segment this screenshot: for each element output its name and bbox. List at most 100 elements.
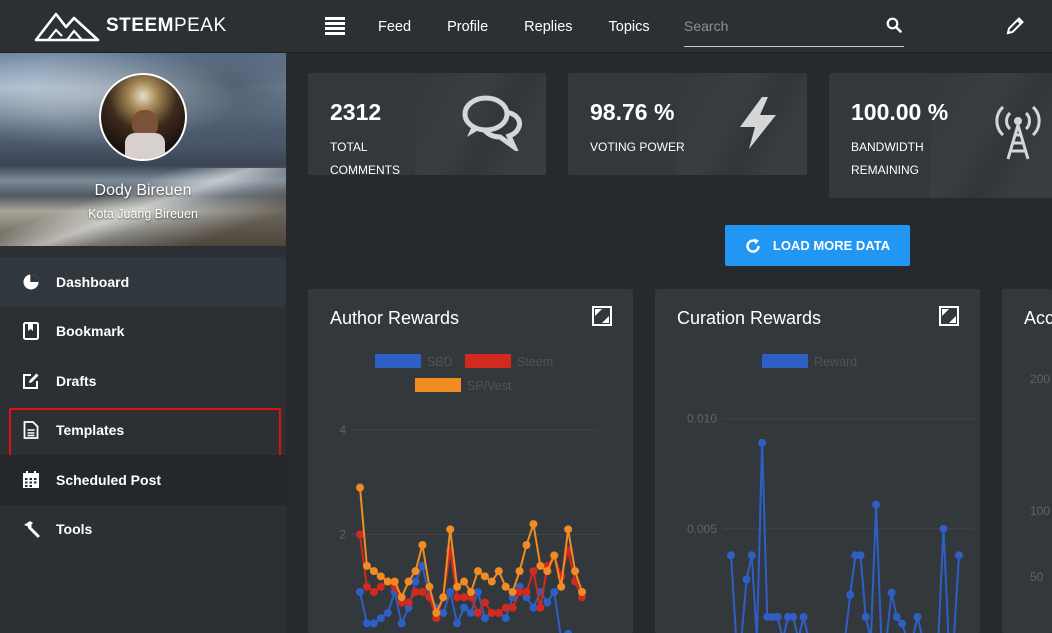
sidebar-item-label: Bookmark [56, 323, 125, 340]
data-point [460, 603, 469, 612]
stat-value: 100.00 % [851, 99, 949, 125]
data-point [747, 551, 756, 560]
load-more-data-button[interactable]: LOAD MORE DATA [725, 225, 910, 266]
sidebar-item-label: Drafts [56, 372, 97, 389]
data-point [376, 582, 385, 591]
curation-rewards-card: Curation Rewards 0.010 0.005 Reward [655, 289, 980, 633]
sidebar-item-scheduled-post[interactable]: Scheduled Post [0, 455, 286, 505]
steempeak-logo[interactable]: STEEMPEAK [34, 10, 227, 42]
data-point [418, 588, 427, 596]
sidebar-item-label: Scheduled Post [56, 471, 162, 488]
load-more-label: LOAD MORE DATA [772, 238, 891, 253]
data-point [356, 483, 364, 492]
sidebar-item-tools[interactable]: Tools [0, 505, 286, 555]
data-point [898, 619, 906, 628]
data-point [758, 438, 767, 447]
author-rewards-chart: 4 2 SBD Steem SP/Vest [339, 354, 598, 633]
nav-replies[interactable]: Replies [506, 19, 590, 35]
data-point [522, 541, 531, 549]
stat-card-bandwidth: 100.00 % BANDWIDTH REMAINING [829, 73, 1052, 198]
legend-label: SP/Vest [467, 379, 512, 393]
legend-swatch [375, 354, 421, 368]
data-point [480, 572, 489, 581]
data-point [939, 524, 948, 533]
data-point [376, 614, 385, 623]
lightning-icon [740, 97, 776, 149]
sidebar-item-templates[interactable]: Templates [0, 406, 286, 457]
sidebar-item-drafts[interactable]: Drafts [0, 356, 286, 406]
data-point [404, 577, 413, 586]
data-point [515, 588, 524, 596]
legend-swatch [415, 378, 461, 392]
data-point [439, 593, 448, 602]
calendar-icon [22, 470, 40, 489]
data-point [550, 588, 559, 596]
sidebar-item-bookmark[interactable]: Bookmark [0, 307, 286, 357]
data-point [453, 593, 462, 602]
data-point [773, 612, 782, 621]
data-point [411, 567, 420, 576]
sidebar-item-dashboard[interactable]: Dashboard [0, 257, 286, 307]
data-point [439, 608, 448, 617]
stat-value: 2312 [330, 99, 382, 125]
data-point [369, 567, 378, 576]
y-tick-label: 0.010 [687, 412, 717, 426]
data-point [446, 588, 455, 596]
data-point [467, 608, 475, 617]
data-point [529, 567, 538, 576]
hamburger-menu-icon[interactable] [325, 17, 345, 35]
avatar[interactable] [99, 73, 187, 161]
legend-swatch [762, 354, 808, 368]
data-point [856, 551, 865, 560]
data-point [473, 567, 482, 576]
data-point [418, 541, 427, 549]
data-point [913, 612, 922, 621]
data-point [508, 588, 517, 596]
data-point [522, 588, 531, 596]
data-point [453, 582, 462, 591]
stat-label: VOTING POWER [590, 140, 685, 154]
data-point [397, 619, 406, 628]
y-tick-label: 2 [339, 528, 346, 542]
logo-text: STEEMPEAK [106, 15, 227, 36]
stat-label: TOTAL COMMENTS [330, 140, 400, 175]
top-bar: STEEMPEAK Feed Profile Replies Topics [0, 0, 1052, 53]
sidebar-menu: Dashboard Bookmark Drafts Templates Sche… [0, 257, 286, 554]
pencil-icon[interactable] [1004, 15, 1026, 37]
data-point [536, 561, 545, 570]
data-point [955, 551, 963, 560]
nav-topics[interactable]: Topics [591, 19, 668, 35]
profile-name[interactable]: Dody Bireuen [0, 182, 286, 200]
legend-swatch [465, 354, 511, 368]
account-chart: 200 100 50 [1030, 372, 1050, 584]
y-tick-label: 50 [1030, 570, 1044, 584]
data-point [887, 588, 896, 597]
y-tick-label: 0.005 [687, 522, 717, 536]
data-point [425, 582, 434, 591]
bookmark-icon [22, 322, 40, 341]
nav-feed[interactable]: Feed [360, 19, 429, 35]
author-rewards-card: Author Rewards 4 2 SBD Steem SP/Vest [308, 289, 633, 633]
data-point [501, 582, 510, 591]
stat-card-total-comments: 2312 TOTAL COMMENTS [308, 73, 546, 175]
data-point [501, 603, 510, 612]
stat-value: 98.76 % [590, 99, 675, 125]
data-point [529, 603, 538, 612]
data-point [356, 588, 364, 596]
data-point [557, 582, 566, 591]
comments-icon [462, 95, 522, 151]
data-point [473, 608, 482, 617]
profile-banner: Dody Bireuen Kota Juang Bireuen [0, 53, 286, 246]
data-point [742, 575, 751, 584]
data-point [861, 612, 870, 621]
data-point [362, 619, 371, 628]
nav-profile[interactable]: Profile [429, 19, 506, 35]
profile-location: Kota Juang Bireuen [88, 207, 198, 221]
data-point [892, 612, 901, 621]
mountain-logo-icon [34, 12, 100, 42]
search-input[interactable] [684, 13, 874, 39]
search-icon[interactable] [886, 17, 902, 33]
data-point [356, 530, 364, 539]
data-point [515, 567, 524, 576]
data-point [543, 567, 552, 576]
